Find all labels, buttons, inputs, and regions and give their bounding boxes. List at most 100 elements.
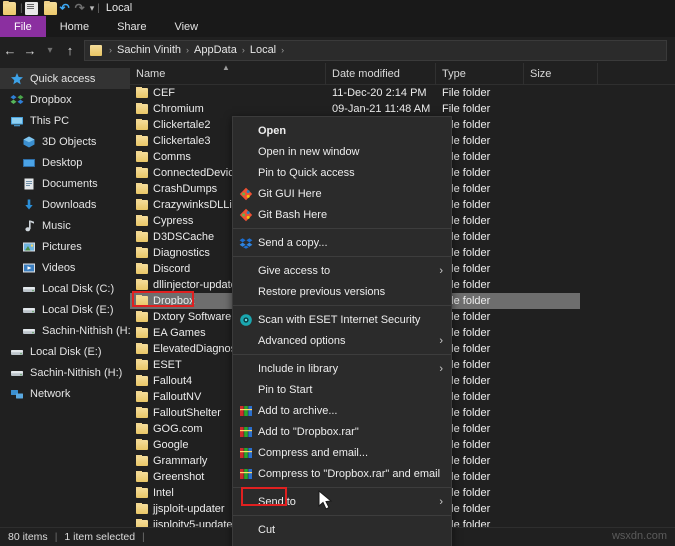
menu-separator [233, 487, 451, 488]
status-selection: 1 item selected [64, 531, 136, 543]
column-header-row: Name ▲ Date modified Type Size [130, 63, 675, 85]
menu-item-open[interactable]: Open [233, 120, 451, 141]
menu-item-include-in-library[interactable]: Include in library › [233, 358, 451, 379]
menu-item-git-gui-here[interactable]: Git GUI Here [233, 183, 451, 204]
sidebar-item-label: Network [30, 387, 71, 400]
sidebar-item-documents[interactable]: Documents [0, 173, 130, 194]
menu-item-cut[interactable]: Cut [233, 519, 451, 540]
sidebar-item-dropbox[interactable]: Dropbox [0, 89, 130, 110]
file-name-label: Discord [153, 263, 191, 275]
sidebar-item-label: Desktop [42, 156, 83, 169]
cell-date: 11-Dec-20 2:14 PM [332, 87, 427, 99]
menu-separator [233, 515, 451, 516]
forward-arrow-icon[interactable]: → [20, 40, 40, 60]
menu-item-label: Cut [258, 523, 276, 536]
menu-item-open-in-new-window[interactable]: Open in new window [233, 141, 451, 162]
tab-view[interactable]: View [160, 16, 212, 37]
cell-name[interactable]: Chromium [130, 103, 326, 115]
file-name-label: jjsploit-updater [153, 503, 225, 515]
redo-icon[interactable]: ↷ [75, 1, 85, 15]
breadcrumb-item-2[interactable]: Local [250, 44, 276, 56]
folder-icon [136, 199, 148, 210]
menu-item-label: Send a copy... [258, 236, 328, 249]
table-row[interactable]: Chromium 09-Jan-21 11:48 AM File folder [130, 101, 675, 117]
folder-icon [136, 375, 148, 386]
watermark: wsxdn.com [611, 530, 667, 542]
menu-item-copy[interactable]: Copy [233, 540, 451, 546]
folder-icon[interactable] [3, 0, 16, 15]
cell-type: File folder [442, 103, 491, 115]
menu-item-send-to[interactable]: Send to › [233, 491, 451, 512]
menu-item-pin-to-start[interactable]: Pin to Start [233, 379, 451, 400]
sidebar-item-this-pc[interactable]: This PC [0, 110, 130, 131]
menu-item-scan-with-eset-internet-security[interactable]: Scan with ESET Internet Security [233, 309, 451, 330]
sidebar-item-label: Dropbox [30, 93, 72, 106]
menu-item-add-to-archive[interactable]: Add to archive... [233, 400, 451, 421]
sidebar-item-network[interactable]: Network [0, 383, 130, 404]
breadcrumb-item-0[interactable]: Sachin Vinith [117, 44, 181, 56]
column-header-date[interactable]: Date modified [326, 63, 436, 85]
file-explorer-window: | ↶ ↷ ▾ | Local File Home Share View ← →… [0, 0, 675, 546]
folder-icon [136, 247, 148, 258]
sidebar-item-label: Pictures [42, 240, 82, 253]
menu-item-git-bash-here[interactable]: Git Bash Here [233, 204, 451, 225]
hard-drive-icon [10, 345, 24, 359]
menu-item-compress-and-email[interactable]: Compress and email... [233, 442, 451, 463]
column-header-type[interactable]: Type [436, 63, 524, 85]
properties-icon[interactable] [24, 1, 38, 15]
tab-home[interactable]: Home [46, 16, 103, 37]
menu-item-compress-to-dropbox-rar-and-email[interactable]: Compress to "Dropbox.rar" and email [233, 463, 451, 484]
menu-item-give-access-to[interactable]: Give access to › [233, 260, 451, 281]
menu-item-send-a-copy[interactable]: Send a copy... [233, 232, 451, 253]
navigation-sidebar[interactable]: Quick access Dropbox This PC 3D Objects Desk… [0, 63, 130, 527]
sidebar-item-quick-access[interactable]: Quick access [0, 68, 130, 89]
mouse-cursor [318, 490, 333, 510]
sidebar-item-music[interactable]: Music [0, 215, 130, 236]
column-header-name[interactable]: Name ▲ [130, 63, 326, 85]
pictures-icon [22, 240, 36, 254]
new-folder-icon[interactable] [43, 0, 57, 15]
menu-item-pin-to-quick-access[interactable]: Pin to Quick access [233, 162, 451, 183]
sidebar-item-sachin-nithish-h[interactable]: Sachin-Nithish (H:) [0, 320, 130, 341]
file-name-label: Dropbox [153, 295, 195, 307]
menu-item-label: Compress and email... [258, 446, 369, 459]
table-row[interactable]: CEF 11-Dec-20 2:14 PM File folder [130, 85, 675, 101]
sidebar-item-label: Downloads [42, 198, 97, 211]
sidebar-item-local-disk-e[interactable]: Local Disk (E:) [0, 299, 130, 320]
folder-icon [136, 87, 148, 98]
folder-icon [136, 183, 148, 194]
recent-locations-icon[interactable]: ▾ [40, 40, 60, 60]
tab-file[interactable]: File [0, 16, 46, 37]
sidebar-item-downloads[interactable]: Downloads [0, 194, 130, 215]
sidebar-item-label: Local Disk (E:) [42, 303, 114, 316]
sidebar-item-local-disk-c[interactable]: Local Disk (C:) [0, 278, 130, 299]
breadcrumb[interactable]: › Sachin Vinith › AppData › Local › [84, 39, 667, 61]
context-menu[interactable]: Open Open in new window Pin to Quick acces… [232, 116, 452, 546]
back-arrow-icon[interactable]: ← [0, 40, 20, 60]
cell-name[interactable]: CEF [130, 87, 326, 99]
menu-item-label: Open in new window [258, 145, 360, 158]
sidebar-item-sachin-nithish-h[interactable]: Sachin-Nithish (H:) [0, 362, 130, 383]
menu-item-label: Git Bash Here [258, 208, 328, 221]
sidebar-item-desktop[interactable]: Desktop [0, 152, 130, 173]
eset-icon [239, 313, 253, 327]
breadcrumb-item-1[interactable]: AppData [194, 44, 237, 56]
folder-icon [136, 343, 148, 354]
menu-item-advanced-options[interactable]: Advanced options › [233, 330, 451, 351]
file-name-label: ESET [153, 359, 182, 371]
breadcrumb-sep-1: › [186, 45, 190, 55]
folder-icon [136, 503, 148, 514]
file-name-label: Google [153, 439, 189, 451]
column-header-size[interactable]: Size [524, 63, 598, 85]
menu-item-restore-previous-versions[interactable]: Restore previous versions [233, 281, 451, 302]
customize-dropdown-icon[interactable]: ▾ [90, 3, 95, 14]
sidebar-item-videos[interactable]: Videos [0, 257, 130, 278]
sidebar-item-3d-objects[interactable]: 3D Objects [0, 131, 130, 152]
undo-icon[interactable]: ↶ [60, 1, 70, 15]
menu-item-add-to-dropbox-rar[interactable]: Add to "Dropbox.rar" [233, 421, 451, 442]
up-arrow-icon[interactable]: ↑ [60, 40, 80, 60]
menu-item-label: Send to [258, 495, 296, 508]
sidebar-item-local-disk-e[interactable]: Local Disk (E:) [0, 341, 130, 362]
sidebar-item-pictures[interactable]: Pictures [0, 236, 130, 257]
tab-share[interactable]: Share [103, 16, 160, 37]
